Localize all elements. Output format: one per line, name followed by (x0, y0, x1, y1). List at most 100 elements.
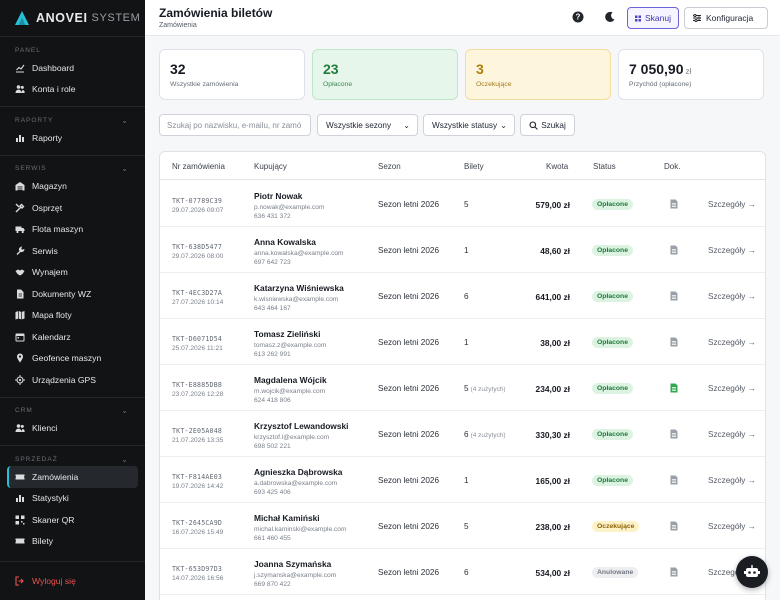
chevron-down-icon: ⌄ (121, 164, 129, 173)
details-link[interactable]: Szczegóły → (708, 384, 756, 393)
breadcrumb[interactable]: Zamówienia (159, 22, 197, 29)
config-button[interactable]: Konfiguracja (684, 7, 768, 29)
table-row[interactable]: TKT-D6071D54 25.07.2026 11:21 Tomasz Zieli… (160, 319, 765, 365)
amount: 534,00 zł (535, 568, 570, 578)
buyer-name: Michał Kamiński (254, 513, 320, 523)
moon-icon[interactable] (604, 11, 616, 23)
sidebar-item-klienci[interactable]: Klienci (0, 418, 145, 440)
details-link[interactable]: Szczegóły → (708, 200, 756, 209)
search-button[interactable]: Szukaj (520, 114, 575, 136)
ticket-count-value: 1 (464, 246, 469, 255)
ticket-count-value: 5 (464, 522, 469, 531)
col-tickets[interactable]: Bilety (464, 162, 484, 171)
sidebar-item-geofence-maszyn[interactable]: Geofence maszyn (0, 348, 145, 370)
sidebar-item-label: Geofence maszyn (32, 353, 102, 364)
ticket-count-value: 6 (464, 568, 469, 577)
chart-bar-icon (15, 493, 25, 503)
table-row[interactable]: TKT-2E05A048 21.07.2026 13:35 Krzysztof Le… (160, 411, 765, 457)
sidebar-item-osprzęt[interactable]: Osprzęt (0, 197, 145, 219)
col-buyer[interactable]: Kupujący (254, 162, 287, 171)
sidebar-item-bilety[interactable]: Bilety (0, 531, 145, 553)
col-order-no[interactable]: Nr zamówienia (172, 162, 225, 171)
document-icon[interactable] (670, 245, 678, 255)
section-title: SPRZEDAŻ (15, 455, 58, 463)
buyer-email: michal.kaminski@example.com (254, 526, 347, 533)
sidebar-item-serwis[interactable]: Serwis (0, 240, 145, 262)
sidebar-item-dokumenty-wz[interactable]: Dokumenty WZ (0, 283, 145, 305)
sidebar-item-konta-i-role[interactable]: Konta i role (0, 79, 145, 101)
table-row[interactable]: TKT-2645CA9D 16.07.2026 15:49 Michał Kamiń… (160, 503, 765, 549)
users-icon (15, 84, 25, 94)
divider (0, 36, 145, 37)
details-link[interactable]: Szczegóły → (708, 522, 756, 531)
buyer-phone: 669 870 422 (254, 581, 291, 588)
order-date: 23.07.2026 12:28 (172, 391, 224, 398)
ticket-count-value: 6 (464, 292, 469, 301)
sidebar-item-label: Urządzenia GPS (32, 374, 97, 385)
sidebar-item-urządzenia-gps[interactable]: Urządzenia GPS (0, 369, 145, 391)
details-link[interactable]: Szczegóły → (708, 246, 756, 255)
table-row[interactable]: TKT-E8885DB8 23.07.2026 12:28 Magdalena Wó… (160, 365, 765, 411)
document-icon[interactable] (670, 521, 678, 531)
help-icon[interactable]: ? (572, 11, 584, 23)
section-header-raporty[interactable]: RAPORTY ⌄ (0, 113, 145, 127)
col-amount[interactable]: Kwota (546, 162, 568, 171)
table-row[interactable]: TKT-653D97D3 14.07.2026 16:56 Joanna Szyma… (160, 549, 765, 595)
sidebar-item-kalendarz[interactable]: Kalendarz (0, 326, 145, 348)
status-select[interactable]: Wszystkie statusy ⌄ (423, 114, 515, 136)
document-icon[interactable] (670, 567, 678, 577)
season: Sezon letni 2026 (378, 292, 439, 301)
order-date: 27.07.2026 10:14 (172, 299, 224, 306)
section-header-sprzedaż[interactable]: SPRZEDAŻ ⌄ (0, 452, 145, 466)
search-input[interactable]: Szukaj po nazwisku, e-mailu, nr zamó (159, 114, 311, 136)
geofence-icon (15, 353, 25, 363)
amount: 165,00 zł (535, 476, 570, 486)
details-link[interactable]: Szczegóły → (708, 338, 756, 347)
divider (0, 106, 145, 107)
ticket-count-value: 5 (464, 200, 469, 209)
section-header-crm[interactable]: CRM ⌄ (0, 404, 145, 418)
sidebar-item-flota-maszyn[interactable]: Flota maszyn (0, 219, 145, 241)
sidebar-item-dashboard[interactable]: Dashboard (0, 57, 145, 79)
scan-button[interactable]: Skanuj (627, 7, 679, 29)
document-icon[interactable] (670, 291, 678, 301)
sidebar-item-raporty[interactable]: Raporty (0, 127, 145, 149)
table-row[interactable]: TKT-07789C39 29.07.2026 09:07 Piotr Nowak p… (160, 181, 765, 227)
details-link[interactable]: Szczegóły → (708, 476, 756, 485)
document-icon (15, 289, 25, 299)
document-icon[interactable] (670, 199, 678, 209)
details-link[interactable]: Szczegóły → (708, 430, 756, 439)
table-row[interactable]: TKT-F814AE03 19.07.2026 14:42 Agnieszka Dą… (160, 457, 765, 503)
sidebar-item-label: Serwis (32, 245, 58, 256)
col-status[interactable]: Status (593, 162, 616, 171)
details-link[interactable]: Szczegóły → (708, 292, 756, 301)
document-icon[interactable] (670, 475, 678, 485)
sidebar-item-zamówienia[interactable]: Zamówienia (7, 466, 138, 488)
status-badge: Opłacone (592, 337, 633, 348)
table-row[interactable]: TKT-4EC3D27A 27.07.2026 10:14 Katarzyna Wi… (160, 273, 765, 319)
sidebar-item-skaner-qr[interactable]: Skaner QR (0, 509, 145, 531)
sidebar-item-label: Kalendarz (32, 331, 71, 342)
logout-label: Wyloguj się (32, 576, 76, 587)
document-icon[interactable] (670, 337, 678, 347)
brand[interactable]: ANOVEI SYSTEM (0, 0, 145, 36)
sidebar-item-wynajem[interactable]: Wynajem (0, 262, 145, 284)
chevron-down-icon: ⌄ (121, 115, 129, 125)
document-icon[interactable] (670, 383, 678, 393)
order-number: TKT-2E05A048 (172, 427, 223, 435)
sidebar-item-label: Dashboard (32, 62, 75, 73)
sidebar-item-statystyki[interactable]: Statystyki (0, 488, 145, 510)
season-select[interactable]: Wszystkie sezony ⌄ (317, 114, 418, 136)
logout-button[interactable]: Wyloguj się (0, 571, 145, 593)
document-icon[interactable] (670, 429, 678, 439)
svg-text:?: ? (576, 13, 581, 22)
ticket-count: 1 (464, 476, 469, 485)
sidebar-item-mapa-floty[interactable]: Mapa floty (0, 305, 145, 327)
buyer-name: Joanna Szymańska (254, 559, 332, 569)
col-season[interactable]: Sezon (378, 162, 401, 171)
chat-bot-button[interactable] (736, 556, 768, 588)
sidebar-item-magazyn[interactable]: Magazyn (0, 176, 145, 198)
section-header-serwis[interactable]: SERWIS ⌄ (0, 162, 145, 176)
season: Sezon letni 2026 (378, 430, 439, 439)
table-row[interactable]: TKT-638D5477 29.07.2026 08:00 Anna Kowalsk… (160, 227, 765, 273)
